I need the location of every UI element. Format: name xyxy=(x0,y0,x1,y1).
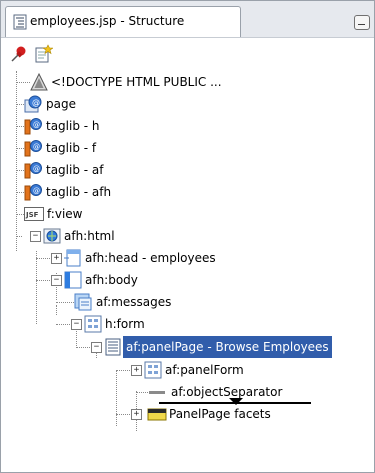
taglib-icon: @ xyxy=(24,118,42,135)
tree-node-h-form[interactable]: − h:form xyxy=(1,313,374,335)
structure-window: employees.jsp - Structure <!DOCTYPE HTML… xyxy=(0,0,375,473)
head-icon xyxy=(64,249,81,267)
tree-node-af-panelpage[interactable]: − af:panelPage - Browse Employees xyxy=(1,336,374,358)
globe-icon xyxy=(43,228,61,244)
panelform-icon xyxy=(144,361,162,379)
svg-text:@: @ xyxy=(33,165,40,173)
structure-icon xyxy=(13,14,27,30)
taglib-icon: @ xyxy=(24,162,42,179)
expand-toggle[interactable]: + xyxy=(131,365,142,376)
tree-node-f-view[interactable]: JSF f:view xyxy=(1,203,374,225)
tree-node-taglib-h[interactable]: @ taglib - h xyxy=(1,115,374,137)
tab-employees-structure[interactable]: employees.jsp - Structure xyxy=(5,6,241,37)
tree-node-afh-head[interactable]: + afh:head - employees xyxy=(1,247,374,269)
tree-node-af-panelform[interactable]: + af:panelForm xyxy=(1,359,374,381)
collapse-toggle[interactable]: − xyxy=(91,342,102,353)
facets-icon xyxy=(147,408,167,421)
tree-node-taglib-af[interactable]: @ taglib - af xyxy=(1,159,374,181)
window-titlebar: employees.jsp - Structure xyxy=(1,1,374,38)
jsf-icon: JSF xyxy=(24,207,44,221)
expand-toggle[interactable]: + xyxy=(131,409,142,420)
svg-text:@: @ xyxy=(33,143,40,151)
svg-text:@: @ xyxy=(33,121,40,129)
tree-node-taglib-afh[interactable]: @ taglib - afh xyxy=(1,181,374,203)
structure-tree: <!DOCTYPE HTML PUBLIC ... @ page @ tagli… xyxy=(1,71,374,471)
separator-icon xyxy=(149,391,165,394)
tree-node-afh-html[interactable]: − afh:html xyxy=(1,225,374,247)
tree-node-panelpage-facets[interactable]: + PanelPage facets xyxy=(1,403,374,425)
pin-icon[interactable] xyxy=(9,44,29,64)
doctype-icon xyxy=(30,73,48,91)
toolbar xyxy=(1,38,374,70)
body-icon xyxy=(64,271,82,289)
svg-text:JSF: JSF xyxy=(25,211,39,219)
taglib-icon: @ xyxy=(24,140,42,157)
collapse-toggle[interactable]: − xyxy=(51,275,62,286)
directive-icon: @ xyxy=(24,95,42,113)
tree-node-doctype[interactable]: <!DOCTYPE HTML PUBLIC ... xyxy=(1,71,374,93)
taglib-icon: @ xyxy=(24,184,42,201)
minimize-icon[interactable] xyxy=(354,15,370,30)
messages-icon xyxy=(74,293,92,311)
collapse-toggle[interactable]: − xyxy=(30,231,41,242)
collapse-toggle[interactable]: − xyxy=(71,319,82,330)
tree-node-afh-body[interactable]: − afh:body xyxy=(1,269,374,291)
panelpage-icon xyxy=(105,338,121,356)
new-view-icon[interactable] xyxy=(33,44,53,64)
tree-node-af-objectseparator[interactable]: af:objectSeparator xyxy=(1,381,374,405)
svg-text:@: @ xyxy=(33,187,40,195)
selected-node-label: af:panelPage - Browse Employees xyxy=(123,336,332,358)
tree-node-af-messages[interactable]: af:messages xyxy=(1,291,374,313)
expand-toggle[interactable]: + xyxy=(51,253,62,264)
svg-text:@: @ xyxy=(32,98,40,107)
tree-node-page[interactable]: @ page xyxy=(1,93,374,115)
tab-title: employees.jsp - Structure xyxy=(30,14,185,28)
form-icon xyxy=(84,315,102,333)
tree-node-taglib-f[interactable]: @ taglib - f xyxy=(1,137,374,159)
